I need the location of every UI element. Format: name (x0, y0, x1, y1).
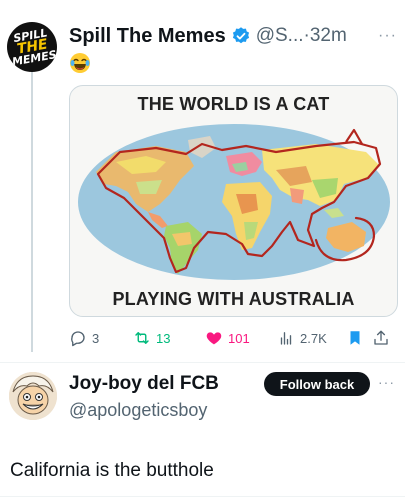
reply-text: California is the butthole (10, 460, 214, 481)
thread-connector-line (31, 72, 33, 352)
views-chart-icon (280, 332, 292, 345)
repost-icon (135, 332, 149, 344)
bookmark-button[interactable] (346, 329, 364, 347)
spill-the-memes-logo: SPILL THE MEMES (10, 25, 57, 69)
reply-more-options-icon[interactable]: ··· (378, 374, 395, 390)
views-button[interactable]: 2.7K (277, 329, 327, 347)
share-button[interactable] (372, 329, 390, 347)
media-top-caption: THE WORLD IS A CAT (137, 94, 330, 114)
divider (0, 362, 405, 363)
like-count: 101 (228, 330, 250, 346)
reply-avatar[interactable] (9, 372, 57, 420)
avatar[interactable]: SPILL THE MEMES (7, 22, 57, 72)
handle-and-timestamp[interactable]: @S...·32m (256, 25, 347, 47)
post-action-bar: 3 13 101 2.7K (69, 326, 395, 350)
reply-count: 3 (92, 330, 100, 346)
reply-icon (71, 331, 85, 347)
reply-author-handle[interactable]: @apologeticsboy (69, 400, 207, 421)
laughing-emoji-icon (69, 52, 91, 74)
post-header: Spill The Memes @S...·32m ··· (69, 22, 397, 50)
reply-author-name[interactable]: Joy-boy del FCB (69, 373, 219, 395)
bookmark-icon (350, 331, 360, 345)
follow-back-button[interactable]: Follow back (264, 372, 370, 396)
repost-count: 13 (156, 330, 171, 346)
post-media-image[interactable]: THE WORLD IS A CAT PLAYING WITH AUSTRALI… (69, 85, 398, 317)
verified-badge-icon (231, 26, 251, 46)
media-bottom-caption: PLAYING WITH AUSTRALIA (112, 289, 355, 309)
more-options-icon[interactable]: ··· (378, 27, 397, 45)
anime-character-avatar-icon (9, 372, 57, 420)
divider (0, 496, 405, 497)
like-button[interactable]: 101 (205, 329, 250, 347)
view-count: 2.7K (300, 330, 327, 346)
heart-icon (206, 332, 222, 345)
author-name[interactable]: Spill The Memes (69, 25, 226, 48)
repost-button[interactable]: 13 (133, 329, 170, 347)
share-icon (374, 330, 388, 345)
world-map-image (78, 124, 390, 280)
reply-button[interactable]: 3 (69, 329, 99, 347)
